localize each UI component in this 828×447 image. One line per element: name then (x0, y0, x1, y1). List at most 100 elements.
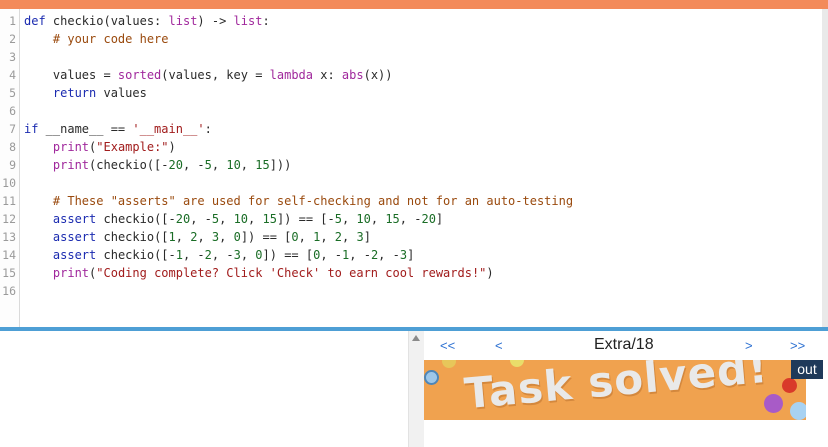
editor-scrollbar[interactable] (822, 9, 828, 327)
line-number: 11 (2, 194, 16, 208)
code-token: 0 (255, 248, 263, 262)
code-text: assert checkio([-1, -2, -3, 0]) == [0, -… (24, 246, 414, 264)
code-text: values = sorted(values, key = lambda x: … (24, 66, 393, 84)
line-number: 3 (9, 50, 16, 64)
code-token: , (219, 230, 234, 244)
first-task-button[interactable]: << (440, 338, 455, 353)
code-token: , (341, 212, 357, 226)
code-text: assert checkio([-20, -5, 10, 15]) == [-5… (24, 210, 443, 228)
line-number: 16 (2, 284, 16, 298)
decor-ball-icon (790, 402, 806, 420)
code-token: , (240, 248, 256, 262)
code-token: , (320, 230, 335, 244)
code-token: 3 (399, 248, 408, 262)
task-solved-banner: Task solved! (424, 360, 806, 420)
code-token: print (52, 266, 90, 280)
line-number: 12 (2, 212, 16, 226)
code-line[interactable]: 16 (0, 282, 828, 300)
code-line[interactable]: 13 assert checkio([1, 2, 3, 0]) == [0, 1… (0, 228, 828, 246)
code-token: (x)) (363, 68, 393, 82)
code-token: values (96, 86, 147, 100)
code-token: 1 (175, 248, 183, 262)
code-token: 5 (334, 212, 342, 226)
code-token: 10 (233, 212, 249, 226)
code-token: ] (435, 212, 444, 226)
line-number: 1 (9, 14, 16, 28)
line-number: 6 (9, 104, 16, 118)
code-text: # your code here (24, 30, 169, 48)
code-lines: 1 def checkio(values: list) -> list: 2 # y… (0, 12, 828, 300)
code-token: , (219, 212, 234, 226)
decor-ball-icon (424, 370, 439, 385)
code-token: , - (399, 212, 422, 226)
code-token: __name__ == (38, 122, 133, 136)
code-token: ] (363, 230, 371, 244)
code-token: , (175, 230, 191, 244)
code-token: ] (407, 248, 415, 262)
code-line[interactable]: 10 (0, 174, 828, 192)
code-token: 5 (204, 158, 212, 172)
code-line[interactable]: 6 (0, 102, 828, 120)
code-token: 15 (255, 158, 270, 172)
code-token: ) -> (197, 14, 234, 28)
code-line[interactable]: 9 print(checkio([-20, -5, 10, 15])) (0, 156, 828, 174)
line-number: 2 (9, 32, 16, 46)
code-token: assert (52, 212, 97, 226)
task-navigation: << < Extra/18 > >> (424, 331, 828, 359)
code-token: (values, key = (161, 68, 270, 82)
code-token: , (248, 212, 263, 226)
code-token: 2 (204, 248, 212, 262)
code-token: 3 (233, 248, 241, 262)
code-token: ])) (269, 158, 292, 172)
scroll-up-arrow-icon[interactable] (412, 335, 420, 341)
code-line[interactable]: 8 print("Example:") (0, 138, 828, 156)
line-number: 10 (2, 176, 16, 190)
code-token: , - (320, 248, 343, 262)
code-token: , (211, 158, 227, 172)
code-line[interactable]: 12 assert checkio([-20, -5, 10, 15]) == … (0, 210, 828, 228)
code-line[interactable]: 4 values = sorted(values, key = lambda x… (0, 66, 828, 84)
code-token: if (24, 122, 39, 136)
code-token: values = (24, 68, 118, 82)
decor-ball-icon (782, 378, 797, 393)
code-token: ]) == [ (240, 230, 292, 244)
code-token: lambda (269, 68, 314, 82)
previous-task-button[interactable]: < (495, 338, 503, 353)
code-token: print (52, 158, 90, 172)
code-line[interactable]: 2 # your code here (0, 30, 828, 48)
code-token: , - (349, 248, 371, 262)
next-task-button[interactable]: > (745, 338, 753, 353)
code-line[interactable]: 3 (0, 48, 828, 66)
code-text: # These "asserts" are used for self-chec… (24, 192, 573, 210)
code-line[interactable]: 11 # These "asserts" are used for self-c… (0, 192, 828, 210)
code-token: ]) == [ (262, 248, 314, 262)
code-editor[interactable]: 1 def checkio(values: list) -> list: 2 # y… (0, 9, 828, 327)
code-token: , - (182, 248, 205, 262)
code-token: , (240, 158, 256, 172)
code-token: # your code here (52, 32, 169, 46)
code-line[interactable]: 1 def checkio(values: list) -> list: (0, 12, 828, 30)
code-token: 1 (168, 230, 176, 244)
code-token: '__main__' (132, 122, 205, 136)
output-scrollbar[interactable] (408, 331, 424, 447)
line-number: 7 (9, 122, 16, 136)
code-line[interactable]: 5 return values (0, 84, 828, 102)
code-text: print("Example:") (24, 138, 176, 156)
out-button[interactable]: out (791, 360, 823, 379)
code-token: , - (182, 158, 205, 172)
last-task-button[interactable]: >> (790, 338, 805, 353)
line-number: 8 (9, 140, 16, 154)
code-line[interactable]: 14 assert checkio([-1, -2, -3, 0]) == [0… (0, 246, 828, 264)
line-number: 14 (2, 248, 16, 262)
code-token: 20 (175, 212, 191, 226)
decor-ball-icon (764, 394, 783, 413)
line-number: 9 (9, 158, 16, 172)
code-line[interactable]: 15 print("Coding complete? Click 'Check'… (0, 264, 828, 282)
code-line[interactable]: 7 if __name__ == '__main__': (0, 120, 828, 138)
code-token: , (370, 212, 386, 226)
code-text: return values (24, 84, 147, 102)
